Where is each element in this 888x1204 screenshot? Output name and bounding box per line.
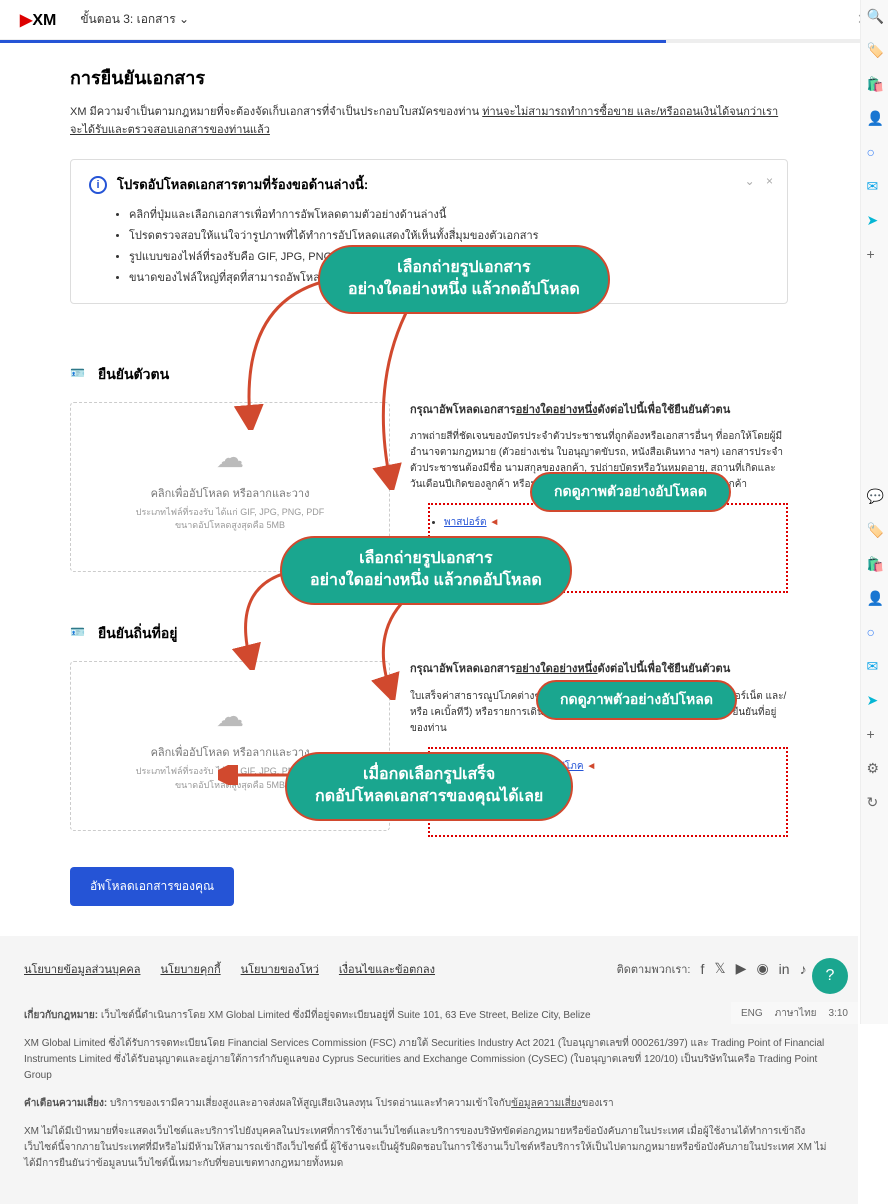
page-description: XM มีความจำเป็นตามกฎหมายที่จะต้องจัดเก็บ…: [70, 104, 788, 139]
footer-link-terms[interactable]: เงื่อนไขและข้อตกลง: [339, 960, 435, 978]
plus-icon[interactable]: +: [867, 726, 883, 742]
youtube-icon[interactable]: ▶: [736, 960, 747, 977]
cloud-upload-icon: ☁: [216, 700, 244, 733]
dropzone-label: คลิกเพื่ออัปโหลด หรือลากและวาง: [151, 484, 310, 502]
main-content: การยืนยันเอกสาร XM มีความจำเป็นตามกฎหมาย…: [0, 43, 858, 936]
section-address-header: 🪪 ยืนยันถิ่นที่อยู่: [70, 623, 788, 645]
info-title: โปรดอัปโหลดเอกสารตามที่ร้องขอด้านล่างนี้…: [117, 174, 368, 195]
info-item: คลิกที่ปุ่มและเลือกเอกสารเพื่อทำการอัพโห…: [129, 205, 769, 226]
mail-icon[interactable]: ✉: [867, 178, 883, 194]
person-icon[interactable]: 👤: [867, 590, 883, 606]
link-passport[interactable]: พาสปอร์ต: [444, 517, 487, 528]
gear-icon[interactable]: ⚙: [867, 760, 883, 776]
social-links: ติดตามพวกเรา: f 𝕏 ▶ ◉ in ♪ 💬: [617, 960, 834, 978]
send-icon[interactable]: ➤: [867, 692, 883, 708]
circle-icon[interactable]: ○: [867, 144, 883, 160]
bag-icon[interactable]: 🛍️: [867, 556, 883, 572]
send-icon[interactable]: ➤: [867, 212, 883, 228]
address-icon: 🪪: [70, 625, 88, 643]
id-card-icon: 🪪: [70, 366, 88, 384]
plus-icon[interactable]: +: [867, 246, 883, 262]
taskbar-time: 3:10: [829, 1008, 848, 1019]
circle-icon[interactable]: ○: [867, 624, 883, 640]
logo: ▶XM: [20, 10, 56, 30]
history-icon[interactable]: ↻: [867, 794, 883, 810]
person-icon[interactable]: 👤: [867, 110, 883, 126]
close-info-icon[interactable]: ×: [766, 174, 773, 188]
top-bar: ▶XM ขั้นตอน 3: เอกสาร ⌄ ×: [0, 0, 888, 40]
section-identity-header: 🪪 ยืนยันตัวตน: [70, 364, 788, 386]
help-button[interactable]: ?: [812, 958, 848, 994]
facebook-icon[interactable]: f: [700, 961, 704, 977]
dropzone-label: คลิกเพื่ออัปโหลด หรือลากและวาง: [151, 743, 310, 761]
annotation-callout-2: กดดูภาพตัวอย่างอัปโหลด: [530, 472, 731, 512]
section-address-title: ยืนยันถิ่นที่อยู่: [98, 623, 177, 645]
upload-documents-button[interactable]: อัพโหลดเอกสารของคุณ: [70, 867, 234, 906]
annotation-callout-5: เมื่อกดเลือกรูปเสร็จกดอัปโหลดเอกสารของคุ…: [285, 752, 573, 821]
tiktok-icon[interactable]: ♪: [800, 961, 807, 977]
chevron-down-icon[interactable]: ⌄: [745, 174, 755, 188]
info-item: โปรดตรวจสอบให้แน่ใจว่ารูปภาพที่ได้ทำการอ…: [129, 226, 769, 247]
section-identity-title: ยืนยันตัวตน: [98, 364, 169, 386]
x-icon[interactable]: 𝕏: [714, 960, 725, 977]
instagram-icon[interactable]: ◉: [756, 960, 768, 977]
footer-link-privacy[interactable]: นโยบายข้อมูลส่วนบุคคล: [24, 960, 140, 978]
page-title: การยืนยันเอกสาร: [70, 63, 788, 92]
tag-icon[interactable]: 🏷️: [867, 42, 883, 58]
cloud-upload-icon: ☁: [216, 441, 244, 474]
chat-icon[interactable]: 💬: [867, 488, 883, 504]
annotation-callout-4: กดดูภาพตัวอย่างอัปโหลด: [536, 680, 737, 720]
footer-link-vuln[interactable]: นโยบายของโหว่: [241, 960, 319, 978]
step-label[interactable]: ขั้นตอน 3: เอกสาร ⌄: [80, 10, 189, 29]
footer: นโยบายข้อมูลส่วนบุคคล นโยบายคุกกี้ นโยบา…: [0, 936, 858, 1204]
search-icon[interactable]: 🔍: [867, 8, 883, 24]
annotation-callout-3: เลือกถ่ายรูปเอกสารอย่างใดอย่างหนึ่ง แล้ว…: [280, 536, 572, 605]
tag-icon[interactable]: 🏷️: [867, 522, 883, 538]
info-icon: i: [89, 176, 107, 194]
mail-icon[interactable]: ✉: [867, 658, 883, 674]
linkedin-icon[interactable]: in: [779, 961, 790, 977]
taskbar-lang[interactable]: ENG: [741, 1008, 763, 1019]
taskbar-kb[interactable]: ภาษาไทย: [775, 1006, 817, 1021]
taskbar: ENG ภาษาไทย 3:10: [731, 1002, 858, 1024]
bag-icon[interactable]: 🛍️: [867, 76, 883, 92]
dropzone-hint: ประเภทไฟล์ที่รองรับ ได้แก่ GIF, JPG, PNG…: [136, 506, 324, 533]
browser-sidebar-2: 💬 🏷️ 🛍️ 👤 ○ ✉ ➤ + ⚙ ↻: [860, 480, 888, 830]
footer-link-cookie[interactable]: นโยบายคุกกี้: [160, 960, 220, 978]
annotation-callout-1: เลือกถ่ายรูปเอกสารอย่างใดอย่างหนึ่ง แล้ว…: [318, 245, 610, 314]
